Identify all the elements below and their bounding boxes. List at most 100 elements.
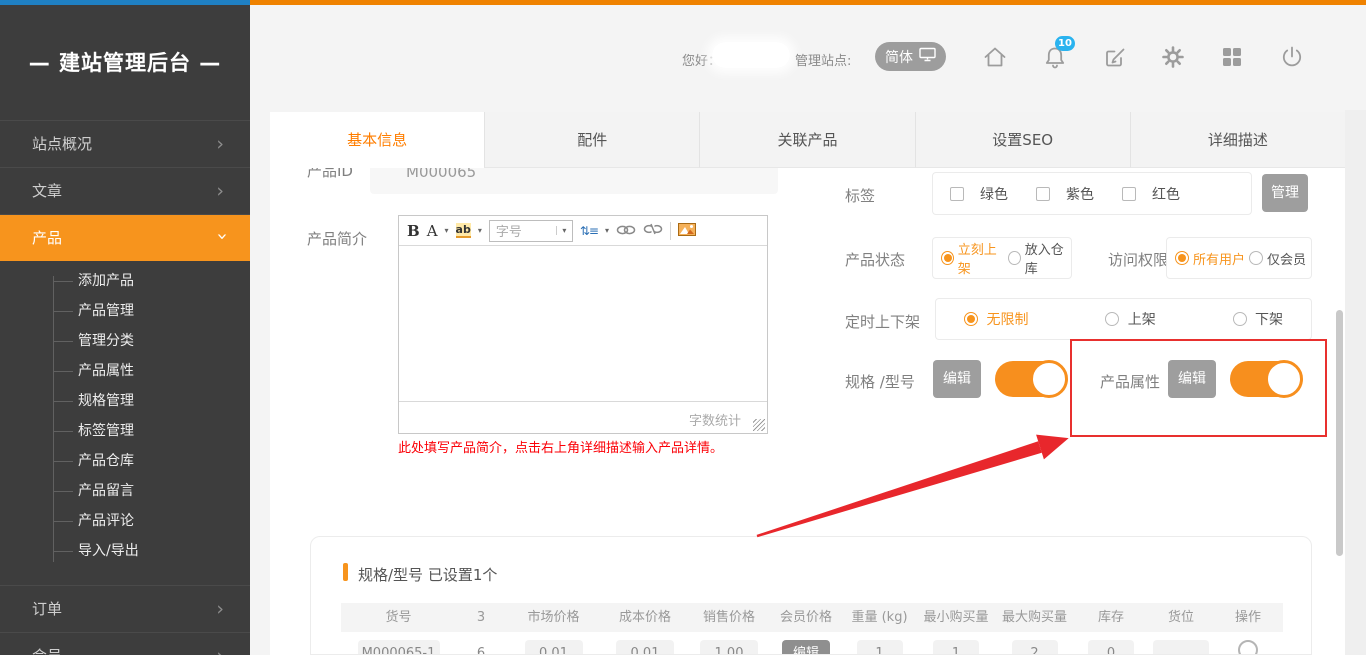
tags-label: 标签 bbox=[845, 185, 875, 206]
sidebar-item-members[interactable]: 会员 › bbox=[0, 632, 250, 655]
col-item-no: 货号 bbox=[341, 603, 456, 632]
font-size-select[interactable]: 字号 ▾ bbox=[489, 220, 573, 242]
editor-body[interactable] bbox=[399, 246, 767, 401]
unlink-icon[interactable] bbox=[643, 221, 663, 240]
radio-on-shelf[interactable] bbox=[941, 251, 954, 265]
submenu-item-messages[interactable]: 产品留言 bbox=[0, 476, 250, 506]
line-height-caret-icon[interactable]: ▾ bbox=[605, 226, 609, 235]
radio-all-users[interactable] bbox=[1175, 251, 1189, 265]
apps-icon[interactable] bbox=[1218, 43, 1246, 71]
weight-field[interactable]: 1 bbox=[857, 640, 903, 655]
sidebar-item-products[interactable]: 产品 › bbox=[0, 214, 250, 261]
editor-toolbar: B A ▾ ab ▾ 字号 ▾ ⇅≡ ▾ bbox=[399, 216, 767, 246]
min-buy-field[interactable]: 1 bbox=[933, 640, 979, 655]
manage-site-label: 管理站点: bbox=[795, 50, 851, 69]
highlight-caret-icon[interactable]: ▾ bbox=[478, 226, 482, 235]
row-action-icon[interactable] bbox=[1238, 640, 1258, 655]
sidebar-item-articles[interactable]: 文章 › bbox=[0, 167, 250, 214]
spec-table-row: M000065-1 6 0.01 0.01 1.00 编辑 1 1 2 0 bbox=[341, 640, 1283, 655]
submenu-item-product-manage[interactable]: 产品管理 bbox=[0, 296, 250, 326]
highlight-icon[interactable]: ab bbox=[456, 223, 471, 238]
sidebar-item-orders[interactable]: 订单 › bbox=[0, 585, 250, 632]
products-submenu: 添加产品 产品管理 管理分类 产品属性 规格管理 标签管理 产品仓库 产品留言 … bbox=[0, 266, 250, 566]
font-size-placeholder: 字号 bbox=[490, 221, 556, 240]
line-height-icon[interactable]: ⇅≡ bbox=[580, 224, 598, 238]
tags-box: 绿色 紫色 红色 bbox=[932, 172, 1252, 215]
gear-icon[interactable] bbox=[1159, 43, 1187, 71]
radio-members-only[interactable] bbox=[1249, 251, 1263, 265]
bold-icon[interactable]: B bbox=[407, 222, 420, 240]
tag-option-green: 绿色 bbox=[980, 184, 1008, 204]
tab-seo[interactable]: 设置SEO bbox=[915, 112, 1130, 168]
tab-related-products[interactable]: 关联产品 bbox=[699, 112, 914, 168]
item-no-field[interactable]: M000065-1 bbox=[358, 640, 440, 655]
home-icon[interactable] bbox=[981, 43, 1009, 71]
radio-shelf-up[interactable] bbox=[1105, 312, 1119, 326]
font-size-caret-icon: ▾ bbox=[556, 226, 572, 235]
power-icon[interactable] bbox=[1278, 43, 1306, 71]
spec-table-header: 货号 3 市场价格 成本价格 销售价格 会员价格 重量 (kg) 最小购买量 最… bbox=[341, 603, 1283, 632]
annotation-rectangle bbox=[1070, 339, 1327, 437]
image-icon[interactable] bbox=[678, 221, 696, 240]
tag-option-purple: 紫色 bbox=[1066, 184, 1094, 204]
cost-price-field[interactable]: 0.01 bbox=[616, 640, 674, 655]
tab-accessories[interactable]: 配件 bbox=[484, 112, 699, 168]
checkbox-green[interactable] bbox=[950, 187, 964, 201]
col-weight: 重量 (kg) bbox=[843, 603, 916, 632]
product-intro-label: 产品简介 bbox=[307, 228, 367, 249]
submenu-item-category-manage[interactable]: 管理分类 bbox=[0, 326, 250, 356]
tab-detail-desc[interactable]: 详细描述 bbox=[1130, 112, 1345, 168]
col-sale-price: 销售价格 bbox=[689, 603, 769, 632]
radio-to-warehouse[interactable] bbox=[1008, 251, 1021, 265]
stock-field[interactable]: 0 bbox=[1088, 640, 1134, 655]
schedule-option-down: 下架 bbox=[1233, 309, 1283, 329]
monitor-icon bbox=[919, 47, 936, 66]
submenu-item-add-product[interactable]: 添加产品 bbox=[0, 266, 250, 296]
tab-basic-info[interactable]: 基本信息 bbox=[270, 112, 484, 168]
language-switch-button[interactable]: 简体 bbox=[875, 42, 946, 71]
spec-section-card: 规格/型号 已设置1个 货号 3 市场价格 成本价格 销售价格 会员价格 重量 … bbox=[310, 536, 1312, 655]
bell-icon[interactable]: 10 bbox=[1041, 43, 1069, 71]
spec-toggle-switch[interactable] bbox=[995, 361, 1065, 397]
spec-model-label: 规格 /型号 bbox=[845, 371, 915, 392]
submenu-item-import-export[interactable]: 导入/导出 bbox=[0, 536, 250, 566]
font-color-icon[interactable]: A bbox=[427, 222, 438, 240]
tab-bar: 基本信息 配件 关联产品 设置SEO 详细描述 bbox=[270, 112, 1345, 168]
radio-shelf-down[interactable] bbox=[1233, 312, 1247, 326]
compose-icon[interactable] bbox=[1101, 43, 1129, 71]
toggle-knob bbox=[1030, 360, 1068, 398]
location-field[interactable] bbox=[1153, 640, 1209, 655]
submenu-item-spec-manage[interactable]: 规格管理 bbox=[0, 386, 250, 416]
resize-grip[interactable] bbox=[753, 419, 765, 431]
schedule-option-unlimited: 无限制 bbox=[964, 309, 1028, 329]
sidebar-item-site-overview[interactable]: 站点概况 › bbox=[0, 120, 250, 167]
schedule-option-up: 上架 bbox=[1105, 309, 1155, 329]
market-price-field[interactable]: 0.01 bbox=[525, 640, 583, 655]
font-color-caret-icon[interactable]: ▾ bbox=[445, 226, 449, 235]
manage-tags-button[interactable]: 管理 bbox=[1262, 174, 1308, 212]
col-stock: 库存 bbox=[1073, 603, 1149, 632]
access-option-members: 仅会员 bbox=[1267, 249, 1306, 268]
language-label: 简体 bbox=[885, 47, 913, 67]
member-price-edit-button[interactable]: 编辑 bbox=[782, 640, 830, 655]
schedule-box: 无限制 上架 下架 bbox=[935, 298, 1312, 340]
max-buy-field[interactable]: 2 bbox=[1012, 640, 1058, 655]
scrollbar-thumb[interactable] bbox=[1336, 310, 1343, 556]
sale-price-field[interactable]: 1.00 bbox=[700, 640, 758, 655]
checkbox-red[interactable] bbox=[1122, 187, 1136, 201]
submenu-item-tag-manage[interactable]: 标签管理 bbox=[0, 416, 250, 446]
access-box: 所有用户 仅会员 bbox=[1166, 237, 1312, 279]
spec-edit-button[interactable]: 编辑 bbox=[933, 360, 981, 398]
sidebar-item-label: 站点概况 bbox=[32, 135, 92, 153]
submenu-item-reviews[interactable]: 产品评论 bbox=[0, 506, 250, 536]
link-icon[interactable] bbox=[616, 221, 636, 240]
submenu-item-product-attr[interactable]: 产品属性 bbox=[0, 356, 250, 386]
spec-section-title: 规格/型号 已设置1个 bbox=[358, 564, 497, 585]
sidebar-item-label: 订单 bbox=[32, 600, 62, 618]
col-member-price: 会员价格 bbox=[769, 603, 843, 632]
checkbox-purple[interactable] bbox=[1036, 187, 1050, 201]
col-location: 货位 bbox=[1149, 603, 1213, 632]
product-status-label: 产品状态 bbox=[845, 249, 905, 270]
submenu-item-warehouse[interactable]: 产品仓库 bbox=[0, 446, 250, 476]
radio-unlimited[interactable] bbox=[964, 312, 978, 326]
